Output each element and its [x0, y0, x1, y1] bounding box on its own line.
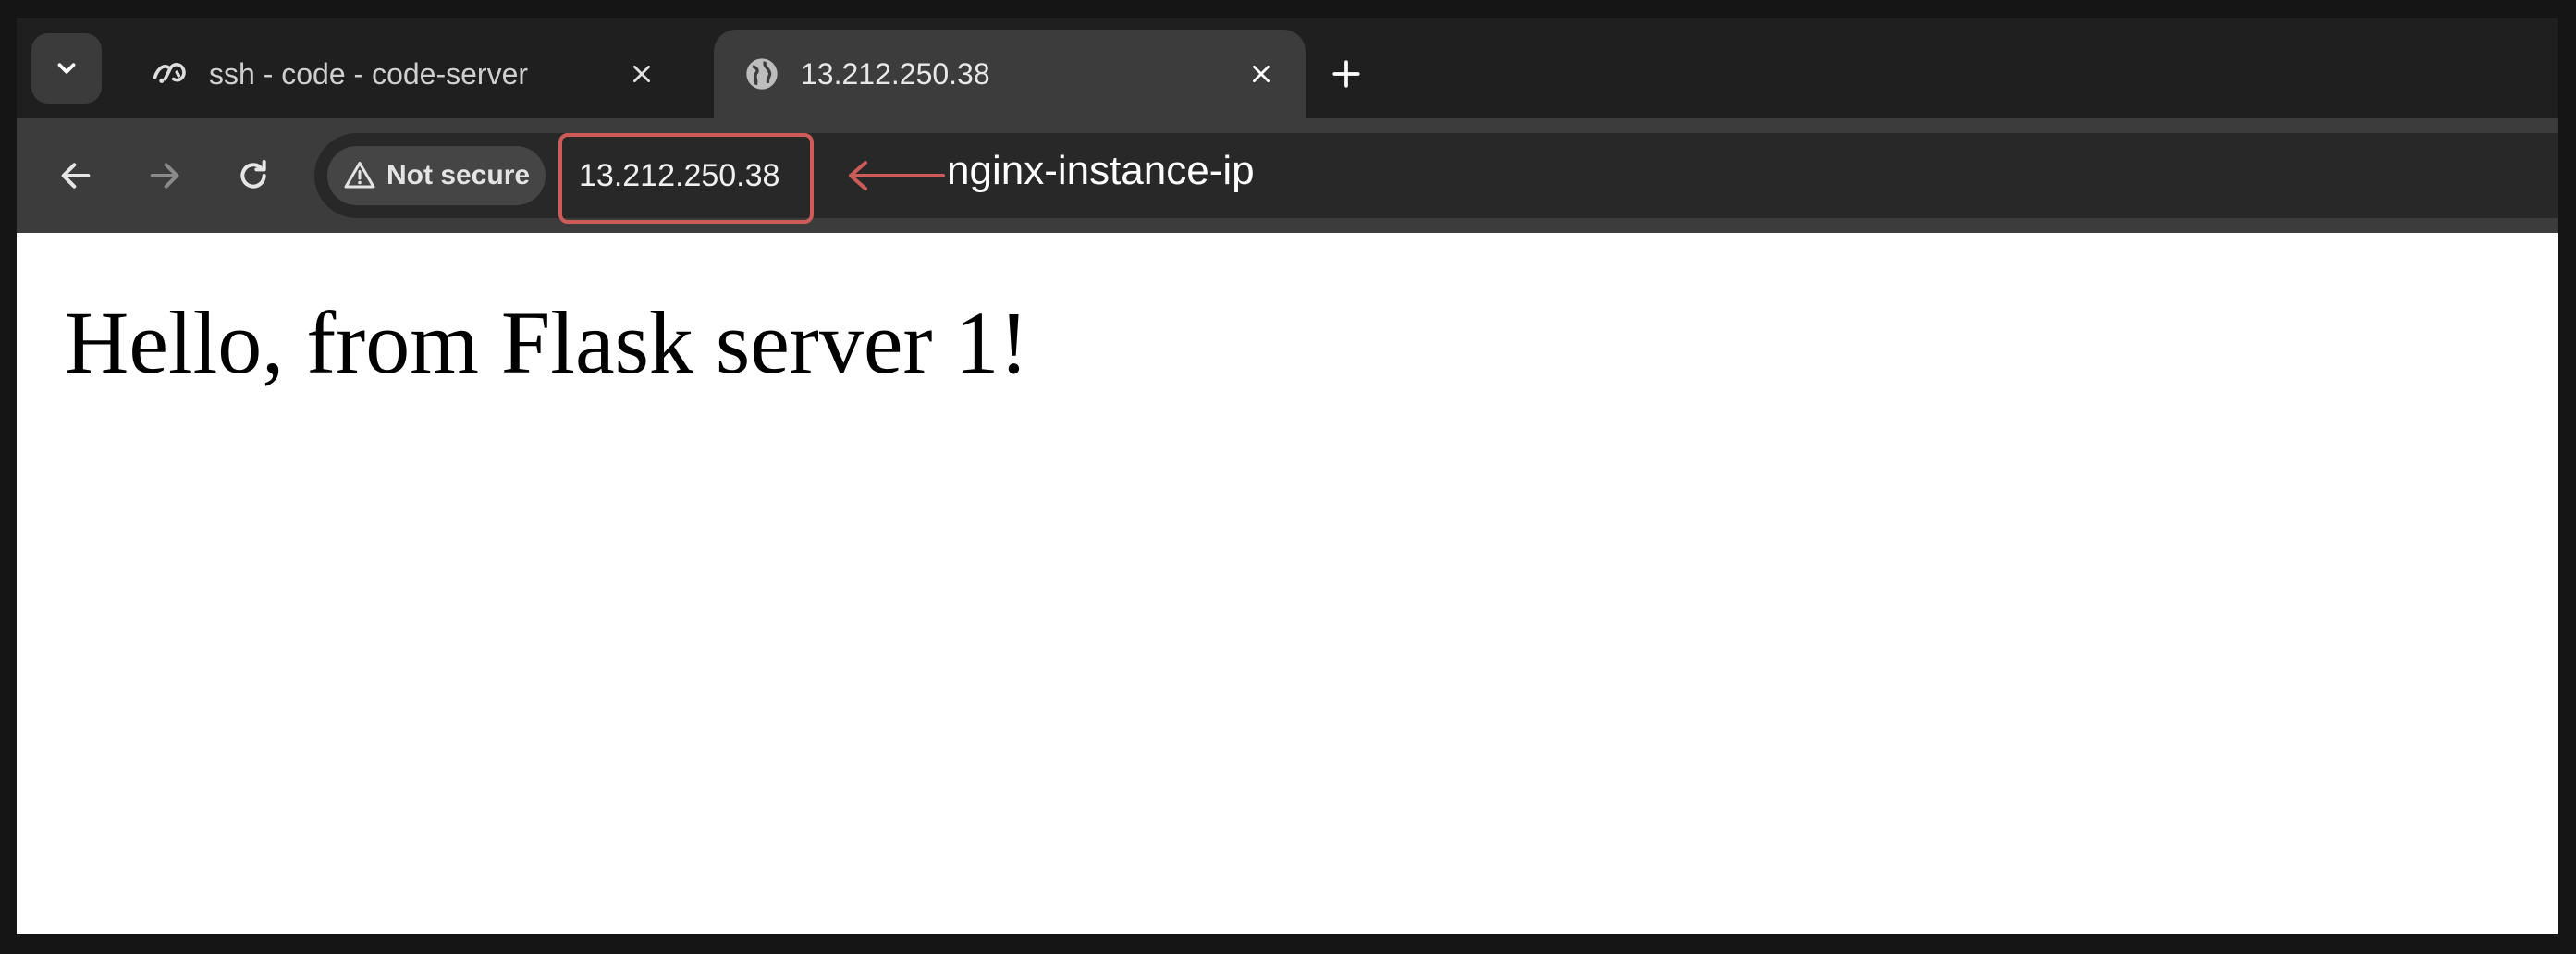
security-indicator[interactable]: Not secure [327, 146, 546, 205]
tab-title: ssh - code - code-server [209, 57, 529, 91]
arrow-right-icon [150, 163, 179, 189]
tab-active-ip[interactable]: 13.212.250.38 [714, 30, 1306, 118]
annotation-arrow-icon [849, 161, 945, 190]
close-icon[interactable] [1241, 54, 1282, 94]
new-tab-button[interactable] [1319, 46, 1374, 102]
page-heading: Hello, from Flask server 1! [65, 293, 1029, 392]
reload-button[interactable] [227, 150, 279, 202]
warning-icon [342, 158, 377, 193]
back-button[interactable] [50, 150, 102, 202]
tab-search-button[interactable] [31, 33, 102, 104]
address-bar[interactable]: Not secure 13.212.250.38 nginx-instance-… [314, 133, 2558, 224]
security-label: Not secure [386, 160, 531, 190]
globe-icon [742, 54, 782, 94]
toolbar: Not secure 13.212.250.38 nginx-instance-… [17, 118, 2558, 233]
page-content: Hello, from Flask server 1! [17, 233, 2558, 934]
arrow-left-icon [61, 163, 91, 189]
browser-window: ssh - code - code-server 13.212.250.38 N… [17, 18, 2558, 934]
forward-button[interactable] [139, 150, 190, 202]
plus-icon [1332, 60, 1360, 88]
chevron-down-icon [57, 63, 76, 74]
close-icon[interactable] [621, 54, 662, 94]
reload-icon [240, 160, 266, 189]
annotation-label: nginx-instance-ip [947, 148, 1255, 193]
code-server-icon [150, 54, 190, 94]
annotation-highlight-box [558, 133, 814, 224]
tab-title: 13.212.250.38 [801, 57, 990, 91]
tab-strip: ssh - code - code-server 13.212.250.38 [17, 18, 2558, 118]
tab-code-server[interactable]: ssh - code - code-server [122, 30, 686, 118]
